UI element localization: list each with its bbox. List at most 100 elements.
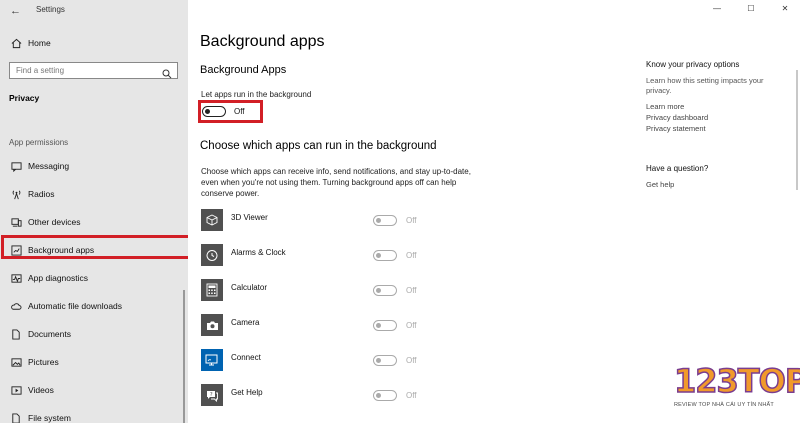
- sidebar-item-app-diagnostics[interactable]: App diagnostics: [0, 268, 188, 288]
- sidebar-item-documents[interactable]: Documents: [0, 324, 188, 344]
- app-toggle-3d-viewer[interactable]: [373, 215, 397, 226]
- document-icon: [10, 328, 22, 340]
- home-icon: [10, 37, 22, 49]
- privacy-dashboard-link[interactable]: Privacy dashboard: [646, 113, 708, 122]
- sidebar-item-automatic-file-downloads[interactable]: Automatic file downloads: [0, 296, 188, 316]
- maximize-button[interactable]: ☐: [744, 3, 758, 15]
- sidebar-item-other-devices[interactable]: Other devices: [0, 212, 188, 232]
- app-row-get-help: ? Get Help Off: [201, 384, 581, 410]
- app-title: Settings: [36, 5, 65, 14]
- 3d-viewer-icon: [201, 209, 223, 231]
- learn-more-link[interactable]: Learn more: [646, 102, 684, 111]
- app-row-connect: Connect Off: [201, 349, 581, 375]
- radios-icon: [10, 188, 22, 200]
- sidebar-item-label: Automatic file downloads: [28, 301, 123, 311]
- svg-text:?: ?: [210, 392, 213, 398]
- privacy-heading: Privacy: [9, 93, 40, 103]
- watermark: 123TOP REVIEW TOP NHÀ CÁI UY TÍN NHẤT: [672, 361, 800, 420]
- close-button[interactable]: ✕: [778, 3, 792, 15]
- minimize-button[interactable]: —: [710, 3, 724, 15]
- sidebar-item-messaging[interactable]: Messaging: [0, 156, 188, 176]
- nav-home[interactable]: Home: [0, 34, 188, 52]
- sidebar-item-label: Messaging: [28, 161, 70, 171]
- background-apps-toggle[interactable]: [202, 106, 226, 117]
- toggle-state-label: Off: [234, 107, 245, 116]
- app-toggle-calculator[interactable]: [373, 285, 397, 296]
- app-state: Off: [406, 356, 417, 365]
- page-title: Background apps: [200, 33, 325, 50]
- toggle-knob: [376, 322, 381, 328]
- app-row-camera: Camera Off: [201, 314, 581, 340]
- sidebar: ← Settings Home Find a setting Privacy A…: [0, 0, 188, 423]
- sidebar-item-label: File system: [28, 413, 71, 423]
- toggle-caption: Let apps run in the background: [201, 90, 312, 99]
- sidebar-item-label: Videos: [28, 385, 54, 395]
- get-help-link[interactable]: Get help: [646, 180, 674, 189]
- sidebar-scrollbar[interactable]: [183, 290, 185, 423]
- watermark-tagline: REVIEW TOP NHÀ CÁI UY TÍN NHẤT: [674, 402, 774, 408]
- app-name: Calculator: [231, 283, 268, 292]
- main-scrollbar[interactable]: [796, 70, 798, 190]
- app-name: Get Help: [231, 388, 263, 397]
- title-bar: ← Settings: [0, 0, 188, 22]
- app-name: Alarms & Clock: [231, 248, 286, 257]
- camera-icon: [201, 314, 223, 336]
- app-state: Off: [406, 321, 417, 330]
- have-a-question-heading: Have a question?: [646, 164, 709, 173]
- sidebar-item-label: App diagnostics: [28, 273, 89, 283]
- nav-home-label: Home: [28, 38, 51, 48]
- app-state: Off: [406, 286, 417, 295]
- window-controls: — ☐ ✕: [680, 0, 800, 20]
- app-row-alarms-clock: Alarms & Clock Off: [201, 244, 581, 270]
- pictures-icon: [10, 356, 22, 368]
- background-apps-subheading: Background Apps: [200, 64, 287, 76]
- sidebar-item-videos[interactable]: Videos: [0, 380, 188, 400]
- toggle-knob: [376, 287, 381, 293]
- get-help-icon: ?: [201, 384, 223, 406]
- sidebar-item-label: Pictures: [28, 357, 59, 367]
- search-icon: [162, 66, 172, 79]
- file-system-icon: [10, 412, 22, 423]
- app-name: 3D Viewer: [231, 213, 268, 222]
- toggle-knob: [376, 392, 381, 398]
- app-toggle-connect[interactable]: [373, 355, 397, 366]
- sidebar-item-label: Radios: [28, 189, 55, 199]
- back-arrow-icon[interactable]: ←: [10, 4, 24, 18]
- search-input[interactable]: Find a setting: [9, 62, 178, 79]
- app-toggle-camera[interactable]: [373, 320, 397, 331]
- app-permissions-label: App permissions: [9, 138, 69, 147]
- toggle-knob: [205, 108, 210, 114]
- toggle-knob: [376, 252, 381, 258]
- sidebar-item-radios[interactable]: Radios: [0, 184, 188, 204]
- app-state: Off: [406, 391, 417, 400]
- toggle-knob: [376, 217, 381, 223]
- app-name: Connect: [231, 353, 261, 362]
- calculator-icon: [201, 279, 223, 301]
- privacy-options-heading: Know your privacy options: [646, 60, 740, 69]
- app-state: Off: [406, 216, 417, 225]
- search-placeholder: Find a setting: [16, 66, 65, 75]
- background-apps-highlight: [1, 235, 201, 259]
- videos-icon: [10, 384, 22, 396]
- app-row-calculator: Calculator Off: [201, 279, 581, 305]
- app-toggle-alarms-clock[interactable]: [373, 250, 397, 261]
- app-state: Off: [406, 251, 417, 260]
- app-toggle-get-help[interactable]: [373, 390, 397, 401]
- cloud-icon: [10, 300, 22, 312]
- connect-icon: [201, 349, 223, 371]
- sidebar-item-label: Documents: [28, 329, 71, 339]
- sidebar-item-pictures[interactable]: Pictures: [0, 352, 188, 372]
- sidebar-item-label: Other devices: [28, 217, 81, 227]
- toggle-knob: [376, 357, 381, 363]
- privacy-statement-link[interactable]: Privacy statement: [646, 124, 706, 133]
- privacy-options-text: Learn how this setting impacts your priv…: [646, 76, 764, 95]
- watermark-logo: 123TOP: [673, 361, 800, 401]
- other-devices-icon: [10, 216, 22, 228]
- app-row-3d-viewer: 3D Viewer Off: [201, 209, 581, 235]
- sidebar-item-file-system[interactable]: File system: [0, 408, 188, 423]
- alarm-clock-icon: [201, 244, 223, 266]
- choose-apps-description: Choose which apps can receive info, send…: [201, 167, 471, 198]
- app-diagnostics-icon: [10, 272, 22, 284]
- app-name: Camera: [231, 318, 260, 327]
- choose-apps-heading: Choose which apps can run in the backgro…: [200, 140, 437, 152]
